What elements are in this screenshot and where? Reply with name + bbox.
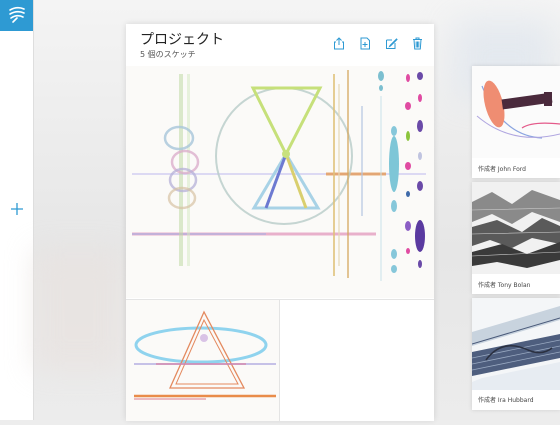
empty-sketch-slot <box>280 299 434 421</box>
paper-app-logo-icon <box>8 6 25 23</box>
add-project-button[interactable] <box>6 198 28 220</box>
sketch-card-2[interactable]: 作成者 Tony Bolan <box>472 182 560 294</box>
add-page-button[interactable] <box>358 36 372 50</box>
sketch-thumbnail-2[interactable] <box>126 299 280 421</box>
sketch-count: 5 個のスケッチ <box>140 50 196 59</box>
sketch-card-1[interactable]: 作成者 John Ford <box>472 66 560 178</box>
delete-button[interactable] <box>410 36 424 50</box>
edit-icon <box>385 37 398 49</box>
edit-button[interactable] <box>384 36 398 50</box>
card-artwork-3 <box>472 298 560 390</box>
project-panel: プロジェクト 5 個のスケッチ <box>126 24 434 421</box>
project-title[interactable]: プロジェクト <box>140 29 224 49</box>
sketch-artwork <box>132 70 426 281</box>
left-rail <box>0 0 34 420</box>
add-page-icon <box>360 37 370 49</box>
sketch-thumbnail-main[interactable] <box>126 66 434 298</box>
share-button[interactable] <box>332 36 346 50</box>
app-logo[interactable] <box>0 0 33 31</box>
card-artwork-2 <box>472 182 560 274</box>
author-label: 作成者 Ira Hubbard <box>478 397 534 404</box>
author-label: 作成者 John Ford <box>478 166 526 173</box>
trash-icon <box>412 37 422 49</box>
plus-icon <box>11 203 23 215</box>
share-icon <box>334 36 344 49</box>
author-label: 作成者 Tony Bolan <box>478 282 531 289</box>
card-artwork-1 <box>472 66 560 158</box>
sketch-artwork-2 <box>134 310 276 400</box>
sketch-card-3[interactable]: 作成者 Ira Hubbard <box>472 298 560 410</box>
